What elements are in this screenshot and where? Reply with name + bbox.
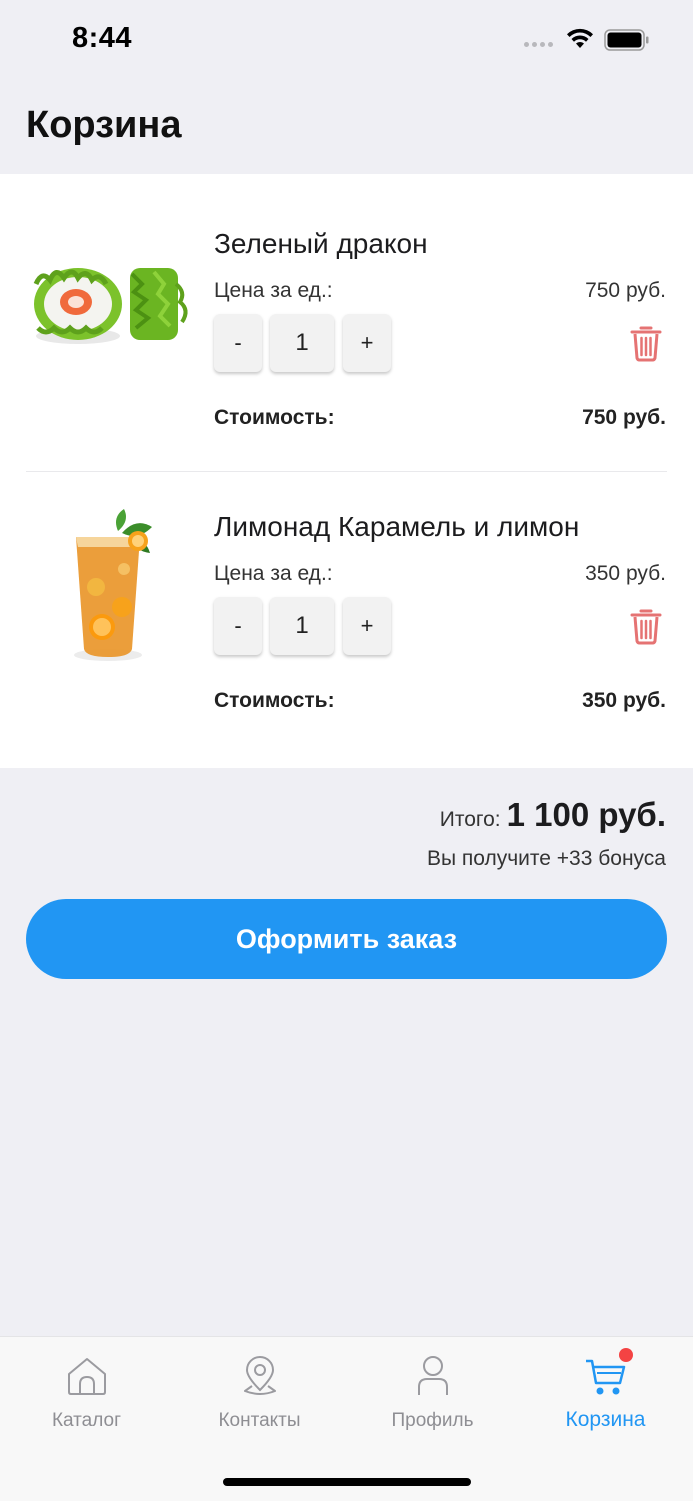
total-value: 1 100 руб. [506, 796, 666, 833]
tab-label: Профиль [391, 1410, 474, 1431]
cellular-signal-icon [524, 42, 553, 47]
trash-icon[interactable] [629, 324, 663, 362]
tab-label: Каталог [51, 1410, 122, 1431]
location-pin-icon [243, 1356, 276, 1395]
status-time: 8:44 [72, 22, 133, 54]
cost-label: Стоимость: [214, 689, 335, 712]
trash-icon[interactable] [629, 607, 663, 645]
decrease-quantity-button[interactable]: - [214, 314, 262, 372]
tab-bar: Каталог Контакты Профиль Корзина [0, 1336, 693, 1501]
cart-badge [619, 1348, 633, 1362]
increase-quantity-button[interactable]: + [343, 314, 391, 372]
tab-catalog[interactable]: Каталог [0, 1337, 173, 1447]
home-indicator [223, 1478, 471, 1486]
cost-value: 350 руб. [582, 689, 666, 712]
tab-contacts[interactable]: Контакты [173, 1337, 346, 1447]
cart-list: Зеленый дракон Цена за ед.: 750 руб. - 1… [0, 174, 693, 768]
unit-price-value: 350 руб. [585, 562, 666, 585]
total-label: Итого: [439, 808, 501, 831]
cart-item: Лимонад Карамель и лимон Цена за ед.: 35… [0, 457, 693, 740]
unit-price-label: Цена за ед.: [214, 279, 333, 302]
user-icon [417, 1356, 448, 1395]
unit-price-value: 750 руб. [585, 279, 666, 302]
cart-item: Зеленый дракон Цена за ед.: 750 руб. - 1… [0, 174, 693, 472]
tab-cart[interactable]: Корзина [519, 1337, 692, 1447]
total-row: Итого: 1 100 руб. [440, 796, 666, 834]
wifi-icon [567, 28, 593, 48]
cost-label: Стоимость: [214, 406, 335, 429]
cost-value: 750 руб. [582, 406, 666, 429]
increase-quantity-button[interactable]: + [343, 597, 391, 655]
item-name: Лимонад Карамель и лимон [214, 511, 580, 542]
tab-label: Корзина [565, 1408, 646, 1431]
unit-price-label: Цена за ед.: [214, 562, 333, 585]
item-name: Зеленый дракон [214, 228, 428, 259]
quantity-value: 1 [270, 314, 334, 372]
home-icon [67, 1358, 106, 1395]
lemonade-image [74, 509, 152, 661]
sushi-roll-image [33, 268, 188, 344]
decrease-quantity-button[interactable]: - [214, 597, 262, 655]
page-title: Корзина [26, 104, 182, 146]
tab-profile[interactable]: Профиль [346, 1337, 519, 1447]
battery-icon [604, 29, 649, 51]
place-order-button[interactable]: Оформить заказ [26, 899, 667, 979]
cart-icon [585, 1359, 625, 1395]
tab-label: Контакты [218, 1410, 301, 1431]
status-bar: 8:44 [0, 0, 693, 80]
quantity-value: 1 [270, 597, 334, 655]
bonus-text: Вы получите +33 бонуса [426, 847, 666, 870]
